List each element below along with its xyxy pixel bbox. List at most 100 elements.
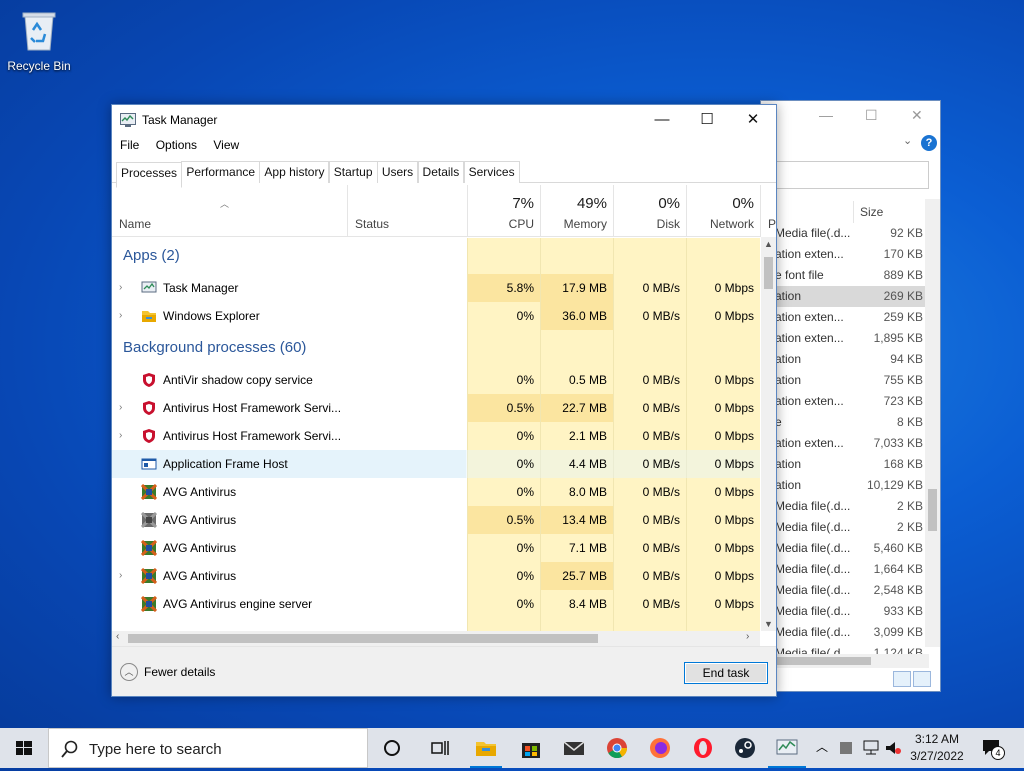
file-explorer-window[interactable]: — ☐ ✕ ⌄ ? Size Media file(.d... 92 KB atio… [760, 100, 941, 692]
action-center-button[interactable]: 4 [982, 738, 1005, 761]
file-row[interactable]: ation exten... 170 KB [761, 244, 927, 265]
file-row[interactable]: ation 755 KB [761, 370, 927, 391]
tab-startup[interactable]: Startup [328, 161, 378, 183]
scroll-thumb[interactable] [928, 489, 937, 531]
file-row[interactable]: Media file(.d... 2 KB [761, 517, 927, 538]
scroll-thumb[interactable] [775, 657, 871, 665]
scroll-down-icon[interactable]: ▼ [764, 619, 773, 629]
close-icon[interactable]: ✕ [730, 105, 776, 135]
help-icon[interactable]: ? [921, 135, 937, 151]
file-row[interactable]: ation exten... 723 KB [761, 391, 927, 412]
scroll-thumb[interactable] [764, 257, 773, 289]
disk-value: 0 MB/s [642, 401, 680, 415]
explorer-search-input[interactable] [775, 161, 929, 189]
file-row[interactable]: ation exten... 1,895 KB [761, 328, 927, 349]
minimize-icon[interactable]: — [639, 105, 685, 135]
process-list-horizontal-scrollbar[interactable]: ‹ › [112, 631, 760, 646]
expand-chevron-icon[interactable]: › [119, 422, 122, 450]
scroll-thumb[interactable] [128, 634, 598, 643]
maximize-icon[interactable]: ☐ [865, 107, 878, 124]
file-row[interactable]: Media file(.d... 2,548 KB [761, 580, 927, 601]
process-row[interactable]: AVG Antivirus 0% 8.0 MB 0 MB/s 0 Mbps [112, 478, 760, 506]
explorer-horizontal-scrollbar[interactable] [775, 654, 929, 668]
chrome-icon[interactable] [605, 736, 629, 760]
file-row[interactable]: ation 269 KB [761, 286, 927, 307]
file-row[interactable]: Media file(.d... 2 KB [761, 496, 927, 517]
file-row[interactable]: ation 168 KB [761, 454, 927, 475]
size-column-header[interactable]: Size [853, 201, 923, 223]
opera-icon[interactable] [691, 736, 715, 760]
process-row[interactable]: › Antivirus Host Framework Servi... 0.5% 22… [112, 394, 760, 422]
file-row[interactable]: Media file(.d... 92 KB [761, 223, 927, 244]
process-row[interactable]: AVG Antivirus 0% 7.1 MB 0 MB/s 0 Mbps [112, 534, 760, 562]
column-header-memory[interactable]: 49% Memory [540, 185, 613, 237]
fewer-details-button[interactable]: ︿ Fewer details [120, 663, 215, 681]
menu-options[interactable]: Options [156, 135, 197, 155]
store-icon[interactable] [519, 736, 543, 760]
network-icon[interactable] [862, 740, 880, 756]
cortana-icon[interactable] [380, 736, 404, 760]
large-icons-view-icon[interactable] [913, 671, 931, 687]
taskbar-search-box[interactable]: Type here to search [48, 728, 368, 768]
file-row[interactable]: ation exten... 259 KB [761, 307, 927, 328]
file-row[interactable]: ation 94 KB [761, 349, 927, 370]
column-header-disk[interactable]: 0% Disk [613, 185, 686, 237]
minimize-icon[interactable]: — [819, 107, 833, 123]
file-row[interactable]: Media file(.d... 3,099 KB [761, 622, 927, 643]
close-icon[interactable]: ✕ [911, 107, 923, 124]
process-row[interactable]: AVG Antivirus 0.5% 13.4 MB 0 MB/s 0 Mbps [112, 506, 760, 534]
process-row[interactable]: Application Frame Host 0% 4.4 MB 0 MB/s 0 Mb… [112, 450, 760, 478]
file-row[interactable]: e 8 KB [761, 412, 927, 433]
process-row[interactable]: AntiVir shadow copy service 0% 0.5 MB 0 MB/… [112, 366, 760, 394]
process-list-vertical-scrollbar[interactable]: ▲ ▼ [761, 237, 776, 631]
task-view-icon[interactable] [428, 736, 452, 760]
taskbar-clock[interactable]: 3:12 AM 3/27/2022 [904, 731, 970, 765]
process-row[interactable]: › Windows Explorer 0% 36.0 MB 0 MB/s 0 Mbps [112, 302, 760, 330]
process-row[interactable]: AVG Antivirus engine server 0% 8.4 MB 0 MB/… [112, 590, 760, 618]
expand-chevron-icon[interactable]: › [119, 302, 122, 330]
tab-users[interactable]: Users [376, 161, 419, 183]
process-row[interactable]: › Task Manager 5.8% 17.9 MB 0 MB/s 0 Mbps [112, 274, 760, 302]
tab-details[interactable]: Details [417, 161, 465, 183]
expand-chevron-icon[interactable]: › [119, 562, 122, 590]
file-row[interactable]: Media file(.d... 1,664 KB [761, 559, 927, 580]
file-row[interactable]: ation exten... 7,033 KB [761, 433, 927, 454]
recycle-bin-shortcut[interactable]: Recycle Bin [6, 8, 72, 73]
task-manager-window[interactable]: Task Manager — ☐ ✕ File Options View Pro… [111, 104, 777, 697]
menu-view[interactable]: View [213, 135, 239, 155]
column-header-power[interactable]: P [760, 185, 776, 237]
details-view-icon[interactable] [893, 671, 911, 687]
file-row[interactable]: Media file(.d... 933 KB [761, 601, 927, 622]
tab-services[interactable]: Services [463, 161, 520, 183]
end-task-button[interactable]: End task [684, 662, 768, 684]
column-header-status[interactable]: Status [347, 185, 467, 237]
file-row[interactable]: e font file 889 KB [761, 265, 927, 286]
start-button[interactable] [0, 728, 48, 768]
explorer-vertical-scrollbar[interactable] [925, 199, 940, 647]
process-row[interactable]: › AVG Antivirus 0% 25.7 MB 0 MB/s 0 Mbps [112, 562, 760, 590]
tray-app-icon[interactable] [839, 741, 853, 755]
task-manager-icon[interactable] [775, 736, 799, 760]
expand-chevron-icon[interactable]: › [119, 394, 122, 422]
scroll-right-icon[interactable]: › [746, 631, 749, 642]
expand-chevron-icon[interactable]: › [119, 274, 122, 302]
mail-icon[interactable] [562, 736, 586, 760]
tab-app-history[interactable]: App history [259, 161, 330, 183]
process-row[interactable]: › Antivirus Host Framework Servi... 0% 2.1 … [112, 422, 760, 450]
file-row[interactable]: ation 10,129 KB [761, 475, 927, 496]
file-explorer-icon[interactable] [474, 736, 498, 760]
menu-file[interactable]: File [120, 135, 139, 155]
show-hidden-icons-chevron-icon[interactable]: ︿ [816, 738, 828, 755]
file-row[interactable]: Media file(.d... 5,460 KB [761, 538, 927, 559]
chevron-down-icon[interactable]: ⌄ [903, 134, 912, 147]
column-header-cpu[interactable]: 7% CPU [467, 185, 540, 237]
maximize-icon[interactable]: ☐ [684, 105, 730, 135]
scroll-up-icon[interactable]: ▲ [764, 239, 773, 249]
tab-performance[interactable]: Performance [181, 161, 261, 183]
steam-icon[interactable] [733, 736, 757, 760]
volume-muted-icon[interactable] [884, 740, 902, 756]
column-header-network[interactable]: 0% Network [686, 185, 760, 237]
column-header-name[interactable]: ︿ Name [112, 185, 347, 237]
firefox-icon[interactable] [648, 736, 672, 760]
scroll-left-icon[interactable]: ‹ [116, 631, 119, 642]
